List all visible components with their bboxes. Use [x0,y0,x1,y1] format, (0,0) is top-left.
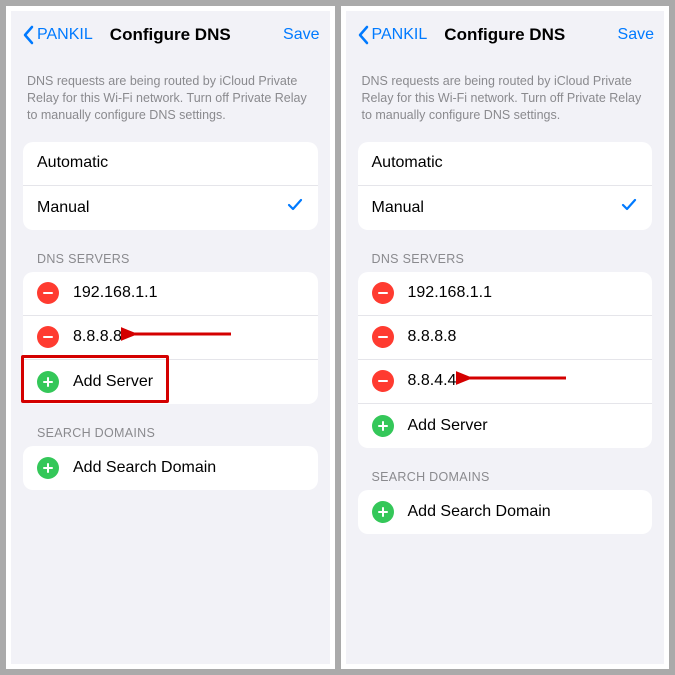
checkmark-icon [286,196,304,219]
comparison-frame: PANKIL Configure DNS Save DNS requests a… [0,0,675,675]
content: DNS requests are being routed by iCloud … [346,59,665,664]
mode-label: Automatic [37,154,304,172]
dns-row[interactable]: 192.168.1.1 [358,272,653,316]
navbar: PANKIL Configure DNS Save [346,11,665,59]
chevron-left-icon [356,25,370,45]
remove-icon[interactable] [37,326,59,348]
dns-row[interactable]: 192.168.1.1 [23,272,318,316]
dns-group: 192.168.1.1 8.8.8.8 8.8.4.4 Add Server [358,272,653,448]
search-header: SEARCH DOMAINS [372,470,639,484]
save-button[interactable]: Save [618,26,654,44]
back-button[interactable]: PANKIL [21,25,93,45]
dns-value: 8.8.8.8 [408,328,639,346]
navbar: PANKIL Configure DNS Save [11,11,330,59]
chevron-left-icon [21,25,35,45]
dns-row[interactable]: 8.8.4.4 [358,360,653,404]
search-group: Add Search Domain [358,490,653,534]
back-button[interactable]: PANKIL [356,25,428,45]
mode-label: Manual [372,199,639,217]
info-text: DNS requests are being routed by iCloud … [11,59,330,142]
add-icon[interactable] [372,501,394,523]
add-server-row[interactable]: Add Server [23,360,318,404]
phone-left: PANKIL Configure DNS Save DNS requests a… [6,6,335,669]
mode-automatic[interactable]: Automatic [23,142,318,186]
dns-header: DNS SERVERS [372,252,639,266]
remove-icon[interactable] [372,326,394,348]
dns-header: DNS SERVERS [37,252,304,266]
mode-group: Automatic Manual [23,142,318,230]
mode-manual[interactable]: Manual [23,186,318,230]
add-server-label: Add Server [408,417,639,435]
mode-manual[interactable]: Manual [358,186,653,230]
add-search-row[interactable]: Add Search Domain [23,446,318,490]
search-group: Add Search Domain [23,446,318,490]
dns-value: 8.8.8.8 [73,328,304,346]
remove-icon[interactable] [372,282,394,304]
info-text: DNS requests are being routed by iCloud … [346,59,665,142]
dns-group: 192.168.1.1 8.8.8.8 Add Server [23,272,318,404]
phone-right: PANKIL Configure DNS Save DNS requests a… [341,6,670,669]
add-server-row[interactable]: Add Server [358,404,653,448]
save-button[interactable]: Save [283,26,319,44]
content: DNS requests are being routed by iCloud … [11,59,330,664]
page-title: Configure DNS [444,25,565,45]
dns-value: 192.168.1.1 [408,284,639,302]
add-search-row[interactable]: Add Search Domain [358,490,653,534]
mode-automatic[interactable]: Automatic [358,142,653,186]
dns-value: 8.8.4.4 [408,372,639,390]
mode-label: Manual [37,199,304,217]
dns-row[interactable]: 8.8.8.8 [23,316,318,360]
add-icon[interactable] [372,415,394,437]
add-icon[interactable] [37,457,59,479]
back-label: PANKIL [372,26,428,44]
mode-label: Automatic [372,154,639,172]
remove-icon[interactable] [37,282,59,304]
page-title: Configure DNS [110,25,231,45]
dns-row[interactable]: 8.8.8.8 [358,316,653,360]
search-header: SEARCH DOMAINS [37,426,304,440]
add-search-label: Add Search Domain [408,503,639,521]
add-server-label: Add Server [73,373,304,391]
add-search-label: Add Search Domain [73,459,304,477]
mode-group: Automatic Manual [358,142,653,230]
remove-icon[interactable] [372,370,394,392]
add-icon[interactable] [37,371,59,393]
back-label: PANKIL [37,26,93,44]
checkmark-icon [620,196,638,219]
dns-value: 192.168.1.1 [73,284,304,302]
